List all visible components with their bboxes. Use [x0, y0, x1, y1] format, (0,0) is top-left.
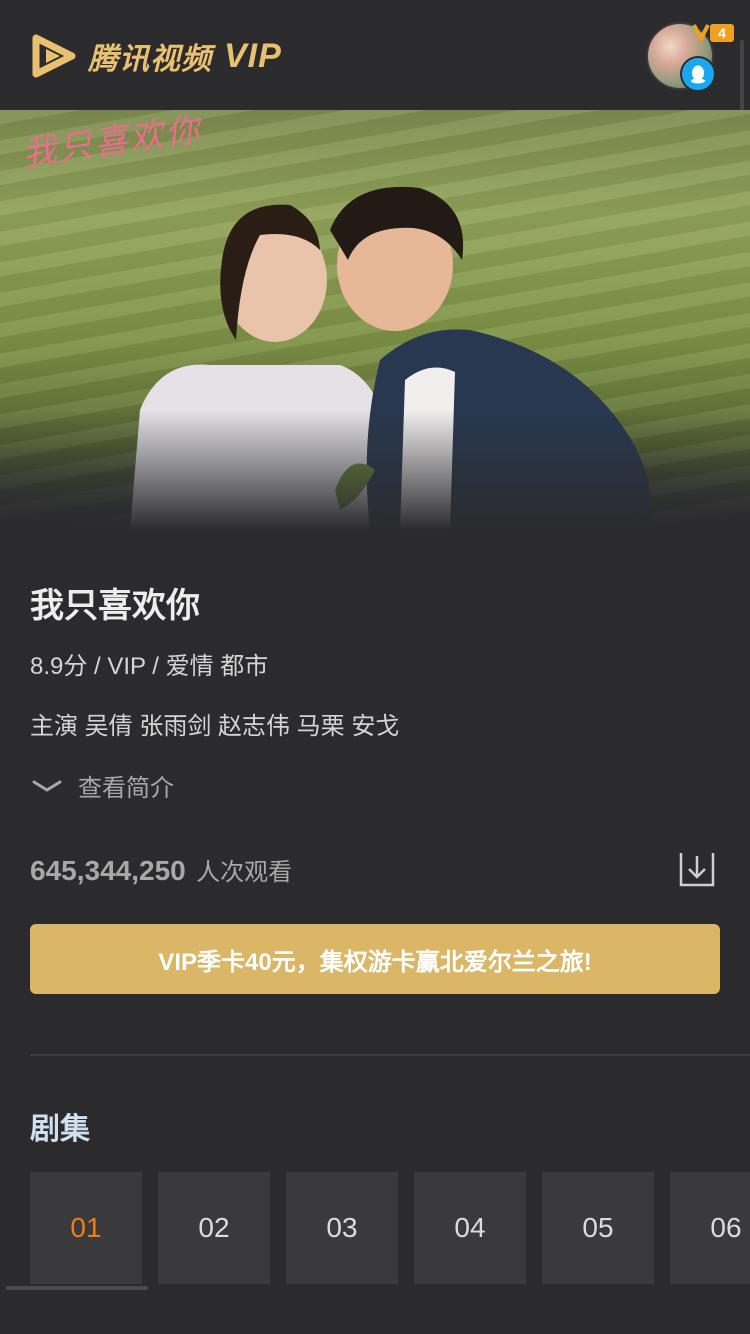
episode-item[interactable]: 02 [158, 1172, 270, 1284]
qq-penguin-icon [680, 56, 716, 92]
view-count-label: 人次观看 [196, 859, 293, 886]
chevron-down-icon [32, 780, 62, 792]
view-count-row: 645,344,250 人次观看 [30, 852, 720, 892]
vip-level-badge-icon: 4 [692, 24, 734, 42]
divider [30, 1054, 750, 1056]
show-meta: 8.9分 / VIP / 爱情 都市 [30, 653, 269, 680]
episodes-section-title: 剧集 [30, 1113, 90, 1146]
top-bar: 腾讯视频 VIP 4 [0, 0, 750, 160]
vip-promo-banner[interactable]: VIP季卡40元，集权游卡赢北爱尔兰之旅! [30, 924, 720, 994]
episode-item[interactable]: 03 [286, 1172, 398, 1284]
show-title: 我只喜欢你 [30, 587, 200, 625]
show-cast: 主演 吴倩 张雨剑 赵志伟 马栗 安戈 [30, 713, 400, 740]
intro-label: 查看简介 [78, 775, 174, 802]
episode-item[interactable]: 01 [30, 1172, 142, 1284]
brand-vip: VIP [224, 36, 282, 75]
episode-scroll-indicator[interactable] [6, 1286, 148, 1290]
brand-name: 腾讯视频 [88, 43, 212, 76]
episode-item[interactable]: 05 [542, 1172, 654, 1284]
episode-item[interactable]: 06 [670, 1172, 750, 1284]
hero-poster[interactable]: 我只喜欢你 [0, 110, 750, 530]
episode-item[interactable]: 04 [414, 1172, 526, 1284]
download-icon[interactable] [678, 850, 716, 888]
view-count: 645,344,250 [30, 855, 186, 886]
vip-level: 4 [718, 25, 726, 41]
view-intro-toggle[interactable]: 查看简介 [30, 768, 720, 803]
tencent-video-logo[interactable]: 腾讯视频 VIP [28, 32, 282, 80]
tencent-video-play-icon [32, 34, 76, 78]
episode-list[interactable]: 01 02 03 04 05 06 [30, 1172, 750, 1284]
user-avatar-area[interactable]: 4 [646, 22, 736, 92]
